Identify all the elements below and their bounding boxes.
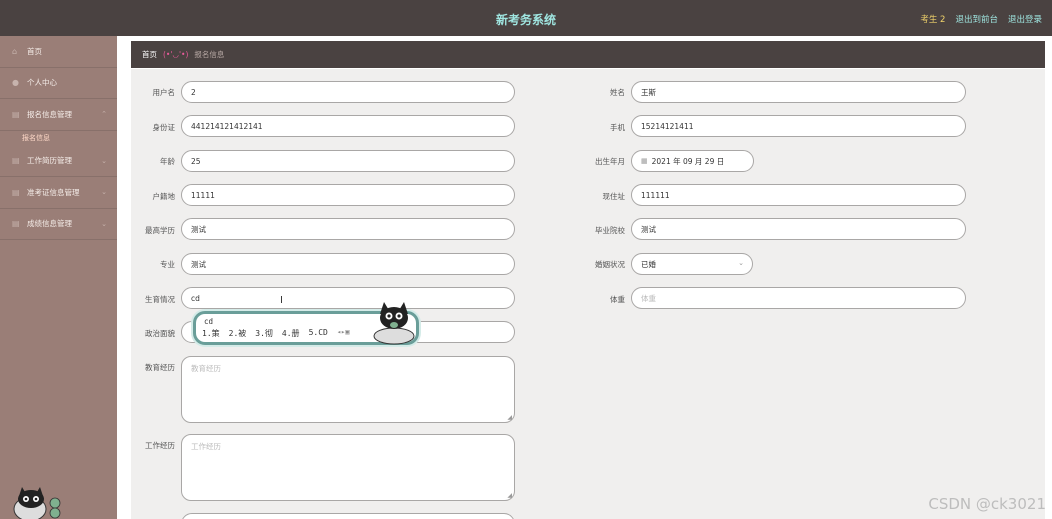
list-icon: ▤ [12,187,20,197]
sidebar-item-label: 成绩信息管理 [27,219,72,229]
name-label: 姓名 [610,88,625,97]
ime-candidate[interactable]: 1.策 [202,328,220,339]
hukou-field[interactable]: 11111 [181,184,515,206]
age-label: 年龄 [160,157,175,166]
list-icon: ▤ [12,156,20,166]
sidebar-item-admission-ticket[interactable]: ▤ 准考证信息管理 ⌄ [0,177,117,209]
username-field[interactable]: 2 [181,81,515,103]
breadcrumb-separator: (•'◡'•) [163,50,189,59]
sidebar-item-label: 准考证信息管理 [27,187,80,197]
resize-grip-icon[interactable]: ◢ [507,414,512,421]
breadcrumb-current: 报名信息 [194,50,225,59]
birth-date-value: 2021 年 09 月 29 日 [651,156,725,166]
address-field[interactable]: 111111 [631,184,966,206]
chevron-down-icon: ⌄ [101,219,107,228]
user-icon: ● [12,78,19,88]
edu-exp-textarea[interactable]: 教育经历 ◢ [181,356,515,423]
fertility-label: 生育情况 [145,295,175,304]
politics-label: 政治面貌 [145,329,175,338]
breadcrumb: 首页 (•'◡'•) 报名信息 [131,41,1045,68]
ime-mascot-cat-icon [373,302,415,345]
form-panel: 用户名 2 姓名 王斯 身份证 441214121412141 手机 15214… [131,69,1045,519]
ime-candidates: 1.策 2.被 3.彻 4.册 5.CD ◂▸▣ [202,328,349,339]
ime-page-arrows-icon[interactable]: ◂▸▣ [337,328,350,339]
name-field[interactable]: 王斯 [631,81,966,103]
logout-link[interactable]: 退出登录 [1008,13,1042,25]
work-exp-label: 工作经历 [145,441,175,450]
idcard-label: 身份证 [152,123,176,132]
sidebar-subitem-registration-info[interactable]: 报名信息 [0,131,117,146]
idcard-field[interactable]: 441214121412141 [181,115,515,137]
work-exp-textarea[interactable]: 工作经历 ◢ [181,434,515,501]
hukou-label: 户籍地 [152,192,176,201]
age-field[interactable]: 25 [181,150,515,172]
sidebar-item-label: 工作简历管理 [27,156,72,166]
education-field[interactable]: 测试 [181,218,515,240]
username-label: 用户名 [152,88,176,97]
current-user: 考生 2 [920,15,946,25]
ime-candidate-popup: cd 1.策 2.被 3.彻 4.册 5.CD ◂▸▣ [193,302,419,345]
ime-candidate[interactable]: 4.册 [282,328,300,339]
marital-select[interactable]: 已婚 ⌄ [631,253,753,275]
app-title: 新考务系统 [495,13,556,27]
birth-date-picker[interactable]: ▦ 2021 年 09 月 29 日 [631,150,754,172]
sidebar-item-resume[interactable]: ▤ 工作简历管理 ⌄ [0,146,117,177]
ime-candidate[interactable]: 3.彻 [255,328,273,339]
chevron-down-icon: ⌄ [738,259,744,267]
chevron-up-icon: ⌃ [101,110,107,119]
phone-field[interactable]: 15214121411 [631,115,966,137]
sidebar-item-label: 个人中心 [27,78,57,88]
marital-label: 婚姻状况 [595,260,625,269]
ime-candidate[interactable]: 5.CD [309,328,328,339]
watermark: CSDN @ck3021 [928,495,1046,513]
sidebar-item-registration[interactable]: ▤ 报名信息管理 ⌃ [0,99,117,131]
top-right-menu: 考生 2 退出到前台 退出登录 [920,13,1042,25]
marital-select-value: 已婚 [641,259,656,269]
calendar-icon: ▦ [641,157,648,165]
back-admin-link[interactable]: 退出到前台 [955,13,998,25]
mascot-cat-icon [13,487,61,519]
ime-input-text: cd [204,317,214,326]
fertility-field-value: cd [191,293,200,303]
school-field[interactable]: 测试 [631,218,966,240]
chevron-down-icon: ⌄ [101,188,107,197]
sidebar-item-profile[interactable]: ● 个人中心 [0,68,117,99]
next-field[interactable] [181,513,515,519]
home-icon: ⌂ [12,46,18,56]
weight-label: 体重 [610,295,625,304]
list-icon: ▤ [12,219,20,229]
edu-exp-label: 教育经历 [145,363,175,372]
phone-label: 手机 [610,123,625,132]
list-icon: ▤ [12,109,20,119]
work-exp-placeholder: 工作经历 [191,442,221,451]
major-label: 专业 [160,260,175,269]
sidebar-item-scores[interactable]: ▤ 成绩信息管理 ⌄ [0,209,117,240]
major-field[interactable]: 测试 [181,253,515,275]
top-bar: 新考务系统 考生 2 退出到前台 退出登录 [0,0,1052,36]
birth-label: 出生年月 [595,157,625,166]
sidebar-item-home[interactable]: ⌂ 首页 [0,36,117,68]
text-cursor-icon: I [280,295,283,306]
breadcrumb-home[interactable]: 首页 [142,49,157,60]
education-label: 最高学历 [145,226,175,235]
address-label: 现住址 [602,192,626,201]
chevron-down-icon: ⌄ [101,156,107,165]
edu-exp-placeholder: 教育经历 [191,364,221,373]
weight-field[interactable]: 体重 [631,287,966,309]
ime-candidate[interactable]: 2.被 [229,328,247,339]
sidebar-item-label: 报名信息管理 [27,109,72,119]
fertility-field[interactable]: cd I [181,287,515,309]
school-label: 毕业院校 [595,226,625,235]
sidebar: ⌂ 首页 ● 个人中心 ▤ 报名信息管理 ⌃ 报名信息 ▤ 工作简历管理 ⌄ ▤… [0,36,117,519]
resize-grip-icon[interactable]: ◢ [507,492,512,499]
sidebar-item-label: 首页 [27,46,42,56]
